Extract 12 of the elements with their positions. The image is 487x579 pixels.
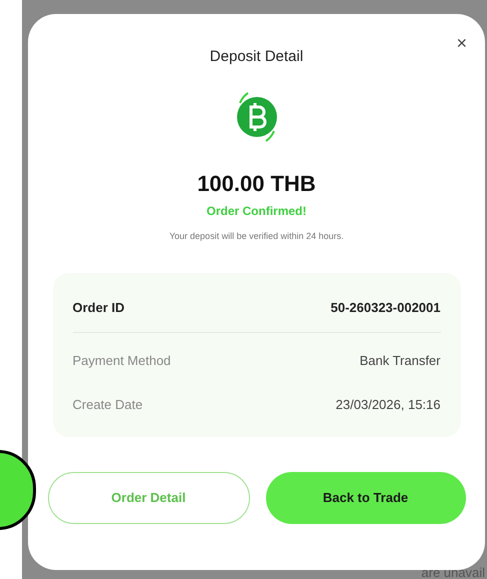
close-button[interactable]: × — [456, 34, 467, 52]
detail-value: 50-260323-002001 — [330, 298, 440, 317]
status-text: Order Confirmed! — [206, 202, 306, 220]
detail-label: Payment Method — [72, 352, 171, 370]
back-to-trade-button[interactable]: Back to Trade — [266, 472, 466, 524]
amount-text: 100.00 THB — [197, 170, 316, 198]
detail-value: 23/03/2026, 15:16 — [336, 396, 440, 414]
detail-value: Bank Transfer — [360, 352, 440, 370]
detail-label: Order ID — [72, 298, 125, 317]
detail-label: Create Date — [72, 396, 143, 414]
note-text: Your deposit will be verified within 24 hours. — [169, 230, 344, 243]
dialog-title: Deposit Detail — [210, 47, 304, 67]
